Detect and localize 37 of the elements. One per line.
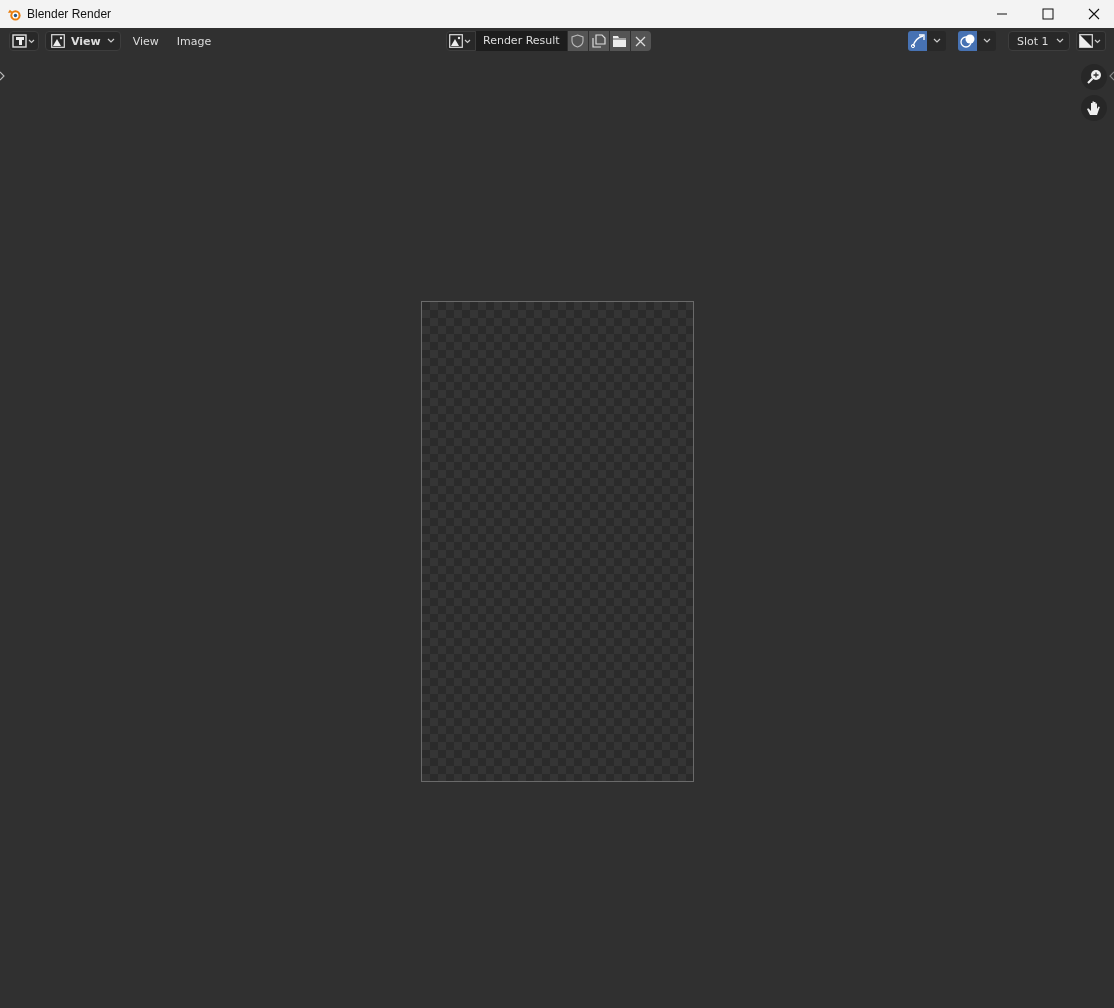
duplicate-button[interactable] <box>588 31 609 51</box>
image-browse-button[interactable] <box>446 31 476 51</box>
menu-item[interactable]: Image <box>170 34 218 48</box>
image-editor-icon <box>12 34 36 48</box>
editor-type-button[interactable] <box>9 31 39 51</box>
menu-item[interactable]: View <box>126 34 165 48</box>
caret-icon <box>106 38 115 44</box>
open-button[interactable] <box>609 31 630 51</box>
gizmo-toggle[interactable] <box>908 31 927 51</box>
toggle-options-dropdown[interactable] <box>977 31 996 51</box>
arrow-curve-icon <box>909 33 926 49</box>
close-icon[interactable] <box>1088 8 1100 20</box>
caret-icon <box>932 38 941 44</box>
shield-icon <box>571 34 585 48</box>
zoom-button[interactable] <box>1081 64 1107 90</box>
toggle-options-dropdown[interactable] <box>927 31 946 51</box>
folder-icon <box>612 34 628 48</box>
hand-icon <box>1086 100 1102 116</box>
image-name-field[interactable]: Render Result <box>476 31 567 51</box>
image-icon <box>449 34 473 48</box>
copy-icon <box>591 34 606 48</box>
caret-icon <box>982 38 991 44</box>
image-icon <box>51 34 65 48</box>
pan-button[interactable] <box>1081 95 1107 121</box>
display-channels-dropdown[interactable] <box>1076 31 1106 51</box>
window-title: Blender Render <box>27 7 113 21</box>
close-icon <box>635 35 647 47</box>
view-mode-dropdown[interactable]: View <box>45 31 121 51</box>
fake-user-button[interactable] <box>567 31 588 51</box>
overlay-toggle[interactable] <box>958 31 977 51</box>
caret-icon <box>1056 38 1064 44</box>
channels-icon <box>1079 34 1103 48</box>
zoom-icon <box>1086 69 1102 85</box>
unlink-button[interactable] <box>630 31 651 51</box>
maximize-icon[interactable] <box>1042 8 1054 20</box>
slot-dropdown[interactable]: Slot 1 <box>1008 31 1070 51</box>
overlay-circles-icon <box>959 33 976 49</box>
